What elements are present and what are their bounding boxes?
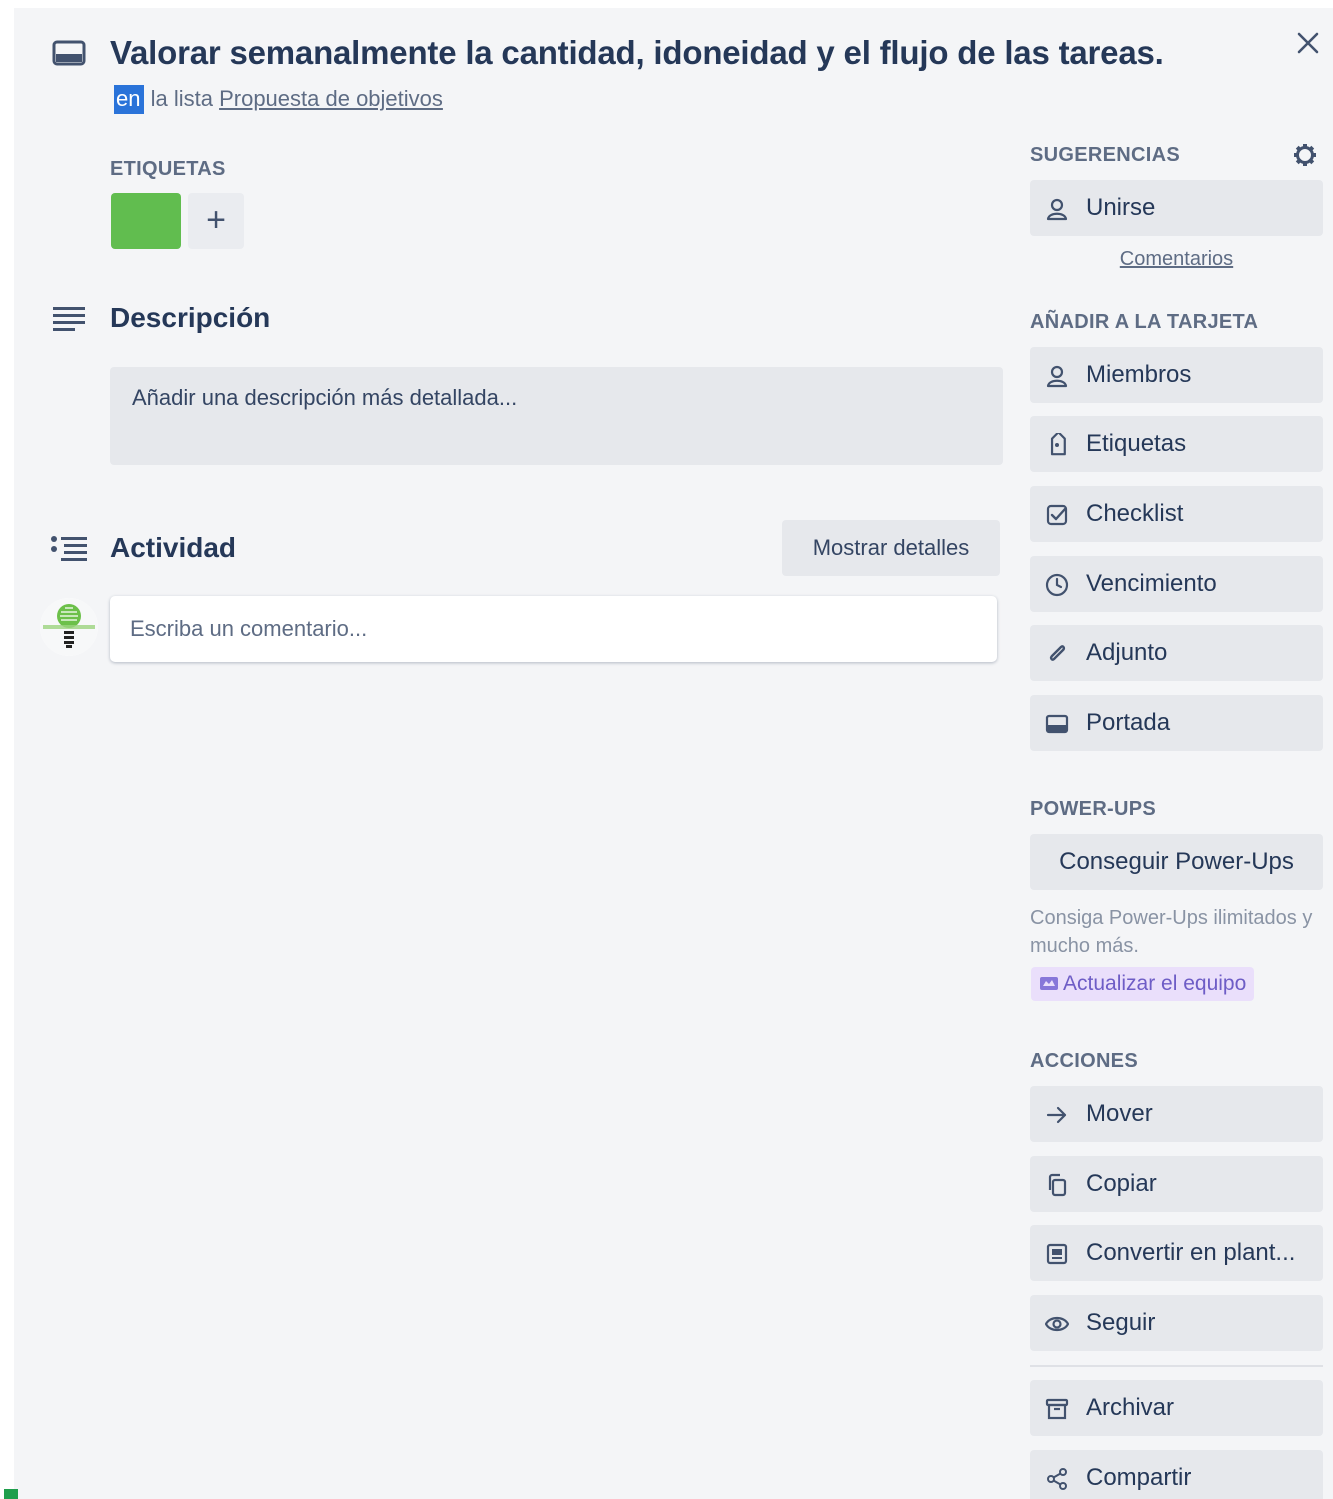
show-details-button[interactable]: Mostrar detalles bbox=[782, 520, 1000, 576]
user-icon bbox=[1045, 364, 1069, 388]
suggestions-heading: SUGERENCIAS bbox=[1030, 144, 1180, 166]
card-icon bbox=[52, 40, 86, 68]
archive-icon bbox=[1045, 1397, 1069, 1421]
get-powerups-button[interactable]: Conseguir Power-Ups bbox=[1030, 834, 1323, 890]
card-title[interactable]: Valorar semanalmente la cantidad, idonei… bbox=[110, 34, 1164, 72]
archive-label: Archivar bbox=[1086, 1394, 1175, 1421]
checklist-label: Checklist bbox=[1086, 500, 1184, 527]
checklist-icon bbox=[1045, 503, 1069, 527]
eye-icon bbox=[1044, 1312, 1070, 1336]
attachment-label: Adjunto bbox=[1086, 639, 1168, 666]
activity-heading: Actividad bbox=[110, 532, 237, 563]
powerups-heading: POWER-UPS bbox=[1030, 798, 1157, 820]
template-icon bbox=[1045, 1242, 1069, 1266]
suggestions-settings-button[interactable] bbox=[1290, 140, 1320, 170]
add-to-card-heading: AÑADIR A LA TARJETA bbox=[1030, 311, 1259, 333]
upgrade-label: Actualizar el equipo bbox=[1063, 972, 1247, 995]
selected-text: en bbox=[114, 85, 145, 114]
lightbulb-logo-icon bbox=[40, 598, 98, 656]
actions-heading: ACCIONES bbox=[1030, 1050, 1138, 1072]
user-icon bbox=[1045, 197, 1069, 221]
comment-input[interactable]: Escriba un comentario... bbox=[110, 596, 997, 662]
comments-link[interactable]: Comentarios bbox=[1030, 248, 1323, 271]
tag-icon bbox=[1045, 431, 1069, 457]
copy-button[interactable]: Copiar bbox=[1030, 1156, 1323, 1212]
gear-icon bbox=[1294, 144, 1316, 166]
card-list-info: en la lista Propuesta de objetivos bbox=[114, 85, 443, 114]
avatar[interactable] bbox=[40, 598, 98, 656]
cover-icon bbox=[1045, 712, 1069, 736]
members-button[interactable]: Miembros bbox=[1030, 347, 1323, 403]
due-date-label: Vencimiento bbox=[1086, 570, 1217, 597]
arrow-right-icon bbox=[1045, 1103, 1069, 1127]
labels-label: Etiquetas bbox=[1086, 430, 1187, 457]
members-label: Miembros bbox=[1086, 361, 1192, 388]
move-label: Mover bbox=[1086, 1100, 1153, 1127]
status-dot bbox=[4, 1489, 18, 1499]
share-label: Compartir bbox=[1086, 1464, 1192, 1491]
share-icon bbox=[1045, 1467, 1069, 1491]
upgrade-icon bbox=[1039, 970, 1059, 1004]
checklist-button[interactable]: Checklist bbox=[1030, 486, 1323, 542]
watch-label: Seguir bbox=[1086, 1309, 1156, 1336]
paperclip-icon bbox=[1045, 642, 1069, 666]
archive-button[interactable]: Archivar bbox=[1030, 1380, 1323, 1436]
close-icon bbox=[1297, 32, 1319, 54]
activity-icon bbox=[50, 535, 88, 563]
join-label: Unirse bbox=[1086, 194, 1156, 221]
cover-label: Portada bbox=[1086, 709, 1171, 736]
powerups-note: Consiga Power-Ups ilimitados y mucho más… bbox=[1030, 907, 1313, 957]
upgrade-team-button[interactable]: Actualizar el equipo bbox=[1031, 967, 1255, 1004]
labels-heading: ETIQUETAS bbox=[110, 158, 226, 180]
share-button[interactable]: Compartir bbox=[1030, 1450, 1323, 1499]
label-green[interactable] bbox=[111, 193, 181, 249]
list-prefix: la lista bbox=[144, 86, 220, 111]
make-template-button[interactable]: Convertir en plant... bbox=[1030, 1225, 1323, 1281]
attachment-button[interactable]: Adjunto bbox=[1030, 625, 1323, 681]
labels-button[interactable]: Etiquetas bbox=[1030, 416, 1323, 472]
watch-button[interactable]: Seguir bbox=[1030, 1295, 1323, 1351]
cover-button[interactable]: Portada bbox=[1030, 695, 1323, 751]
actions-divider bbox=[1030, 1365, 1323, 1367]
copy-label: Copiar bbox=[1086, 1170, 1157, 1197]
move-button[interactable]: Mover bbox=[1030, 1086, 1323, 1142]
close-button[interactable] bbox=[1291, 26, 1325, 60]
due-date-button[interactable]: Vencimiento bbox=[1030, 556, 1323, 612]
list-link[interactable]: Propuesta de objetivos bbox=[219, 86, 443, 111]
description-input[interactable]: Añadir una descripción más detallada... bbox=[110, 367, 1003, 465]
make-template-label: Convertir en plant... bbox=[1086, 1239, 1296, 1266]
clock-icon bbox=[1045, 573, 1069, 597]
get-powerups-label: Conseguir Power-Ups bbox=[1059, 848, 1294, 875]
description-icon bbox=[52, 306, 86, 332]
join-button[interactable]: Unirse bbox=[1030, 180, 1323, 236]
add-label-button[interactable]: + bbox=[188, 193, 244, 249]
description-heading: Descripción bbox=[110, 302, 271, 333]
copy-icon bbox=[1045, 1173, 1069, 1197]
